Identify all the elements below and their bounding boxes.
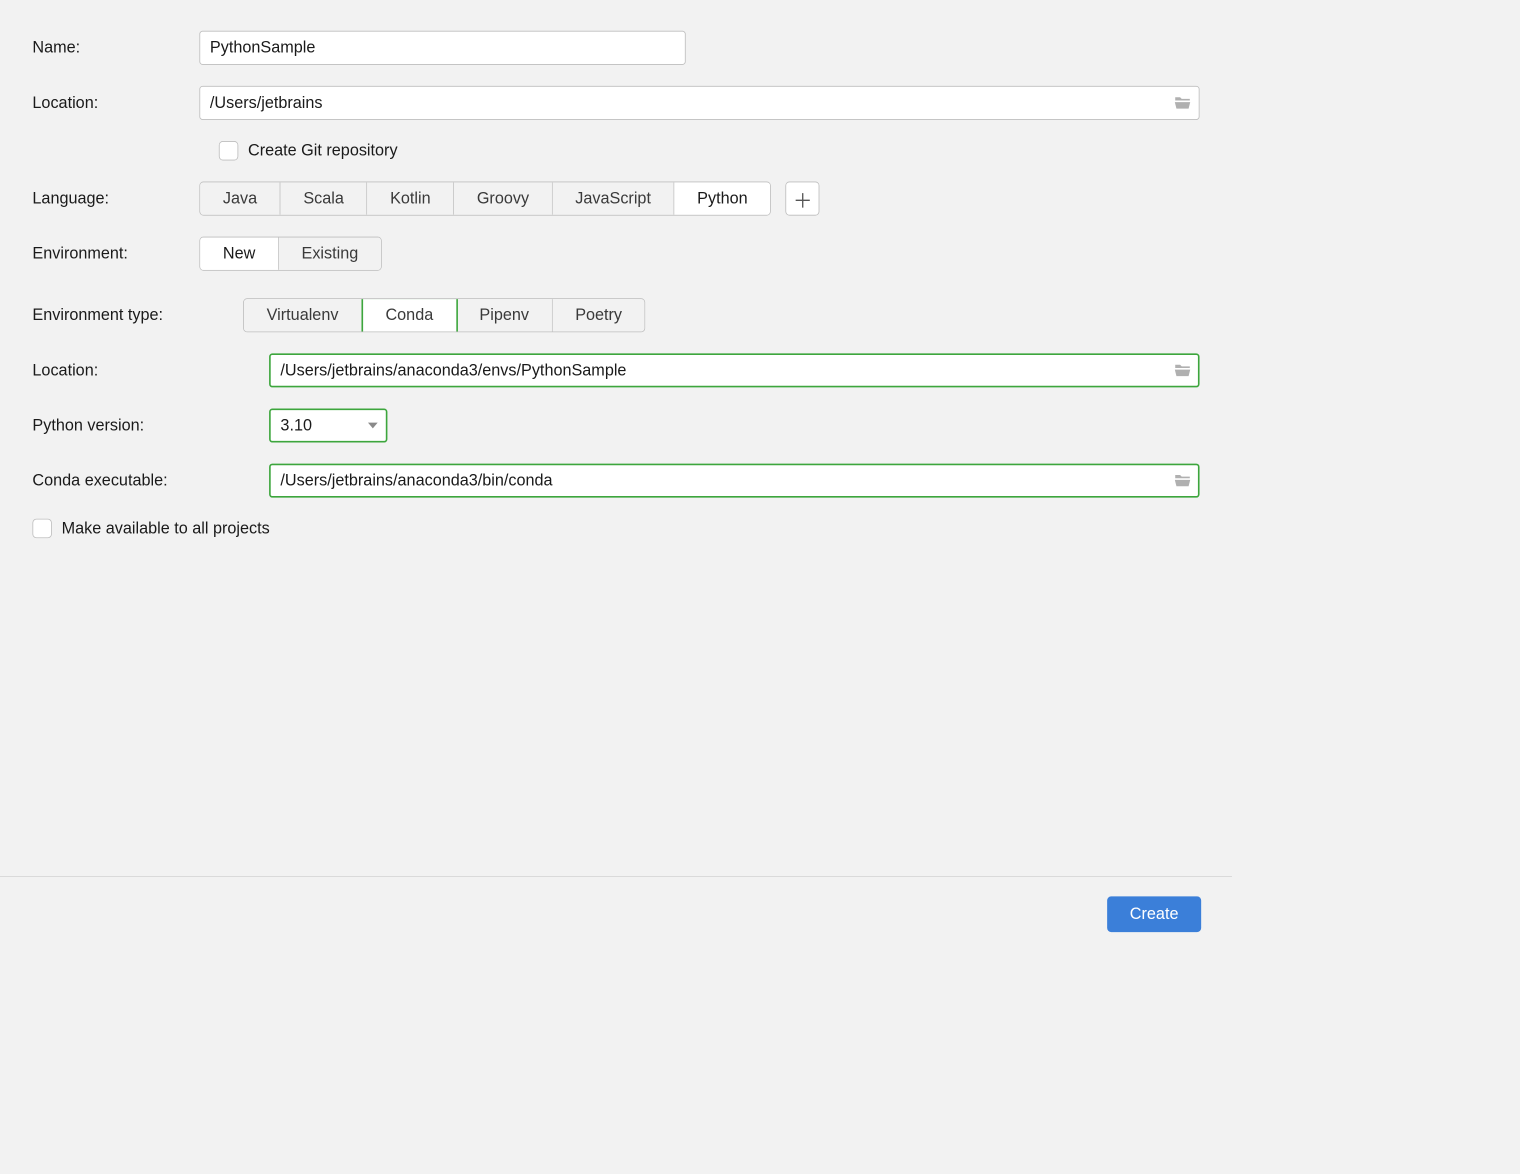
folder-open-icon[interactable] [1174,473,1192,488]
seg-item-python[interactable]: Python [674,182,770,214]
python-version-dropdown[interactable]: 3.10 [269,408,387,442]
create-git-checkbox-item: Create Git repository [219,141,398,160]
env-location-input[interactable] [269,353,1199,387]
env-location-input-wrap [269,353,1199,387]
seg-item-existing[interactable]: Existing [279,237,381,269]
python-version-label: Python version: [32,416,252,435]
conda-executable-row: Conda executable: [32,464,1199,498]
environment-seg-group: NewExisting [199,237,381,271]
language-label: Language: [32,189,183,208]
location-row: Location: [32,86,1199,120]
seg-item-poetry[interactable]: Poetry [552,299,644,331]
dialog-content: Name: Location: Create Git repository La… [0,0,1232,876]
create-git-row: Create Git repository [214,141,1200,160]
seg-item-java[interactable]: Java [200,182,280,214]
conda-executable-input[interactable] [269,464,1199,498]
name-input[interactable] [199,31,685,65]
make-available-checkbox[interactable] [32,519,51,538]
folder-open-icon[interactable] [1174,96,1192,111]
location-label: Location: [32,94,183,113]
create-git-label: Create Git repository [248,141,398,160]
environment-type-seg-group: VirtualenvCondaPipenvPoetry [243,298,645,332]
create-button[interactable]: Create [1107,896,1201,932]
folder-open-icon[interactable] [1174,363,1192,378]
seg-item-conda[interactable]: Conda [361,298,457,332]
seg-item-kotlin[interactable]: Kotlin [367,182,454,214]
make-available-label: Make available to all projects [62,519,270,538]
seg-item-new[interactable]: New [200,237,279,269]
seg-item-virtualenv[interactable]: Virtualenv [244,299,362,331]
conda-executable-input-wrap [269,464,1199,498]
add-language-button[interactable]: ＋ [786,182,820,216]
name-row: Name: [32,31,1199,65]
dialog-footer: Create [0,876,1232,951]
environment-row: Environment: NewExisting [32,237,1199,271]
env-location-label: Location: [32,361,252,380]
environment-type-row: Environment type: VirtualenvCondaPipenvP… [32,298,1199,332]
make-available-row: Make available to all projects [32,519,1199,538]
conda-executable-label: Conda executable: [32,471,252,490]
create-git-checkbox[interactable] [219,141,238,160]
env-location-row: Location: [32,353,1199,387]
chevron-down-icon [368,423,378,429]
location-input-wrap [199,86,1199,120]
seg-item-groovy[interactable]: Groovy [454,182,552,214]
seg-item-scala[interactable]: Scala [281,182,368,214]
name-label: Name: [32,38,183,57]
environment-label: Environment: [32,244,183,263]
language-row: Language: JavaScalaKotlinGroovyJavaScrip… [32,182,1199,216]
new-project-dialog: Name: Location: Create Git repository La… [0,0,1232,952]
python-version-value: 3.10 [280,416,312,435]
python-version-row: Python version: 3.10 [32,408,1199,442]
seg-item-pipenv[interactable]: Pipenv [457,299,553,331]
plus-icon: ＋ [793,184,812,212]
location-input[interactable] [199,86,1199,120]
language-seg-group: JavaScalaKotlinGroovyJavaScriptPython [199,182,771,216]
environment-type-label: Environment type: [32,306,227,325]
seg-item-javascript[interactable]: JavaScript [553,182,675,214]
